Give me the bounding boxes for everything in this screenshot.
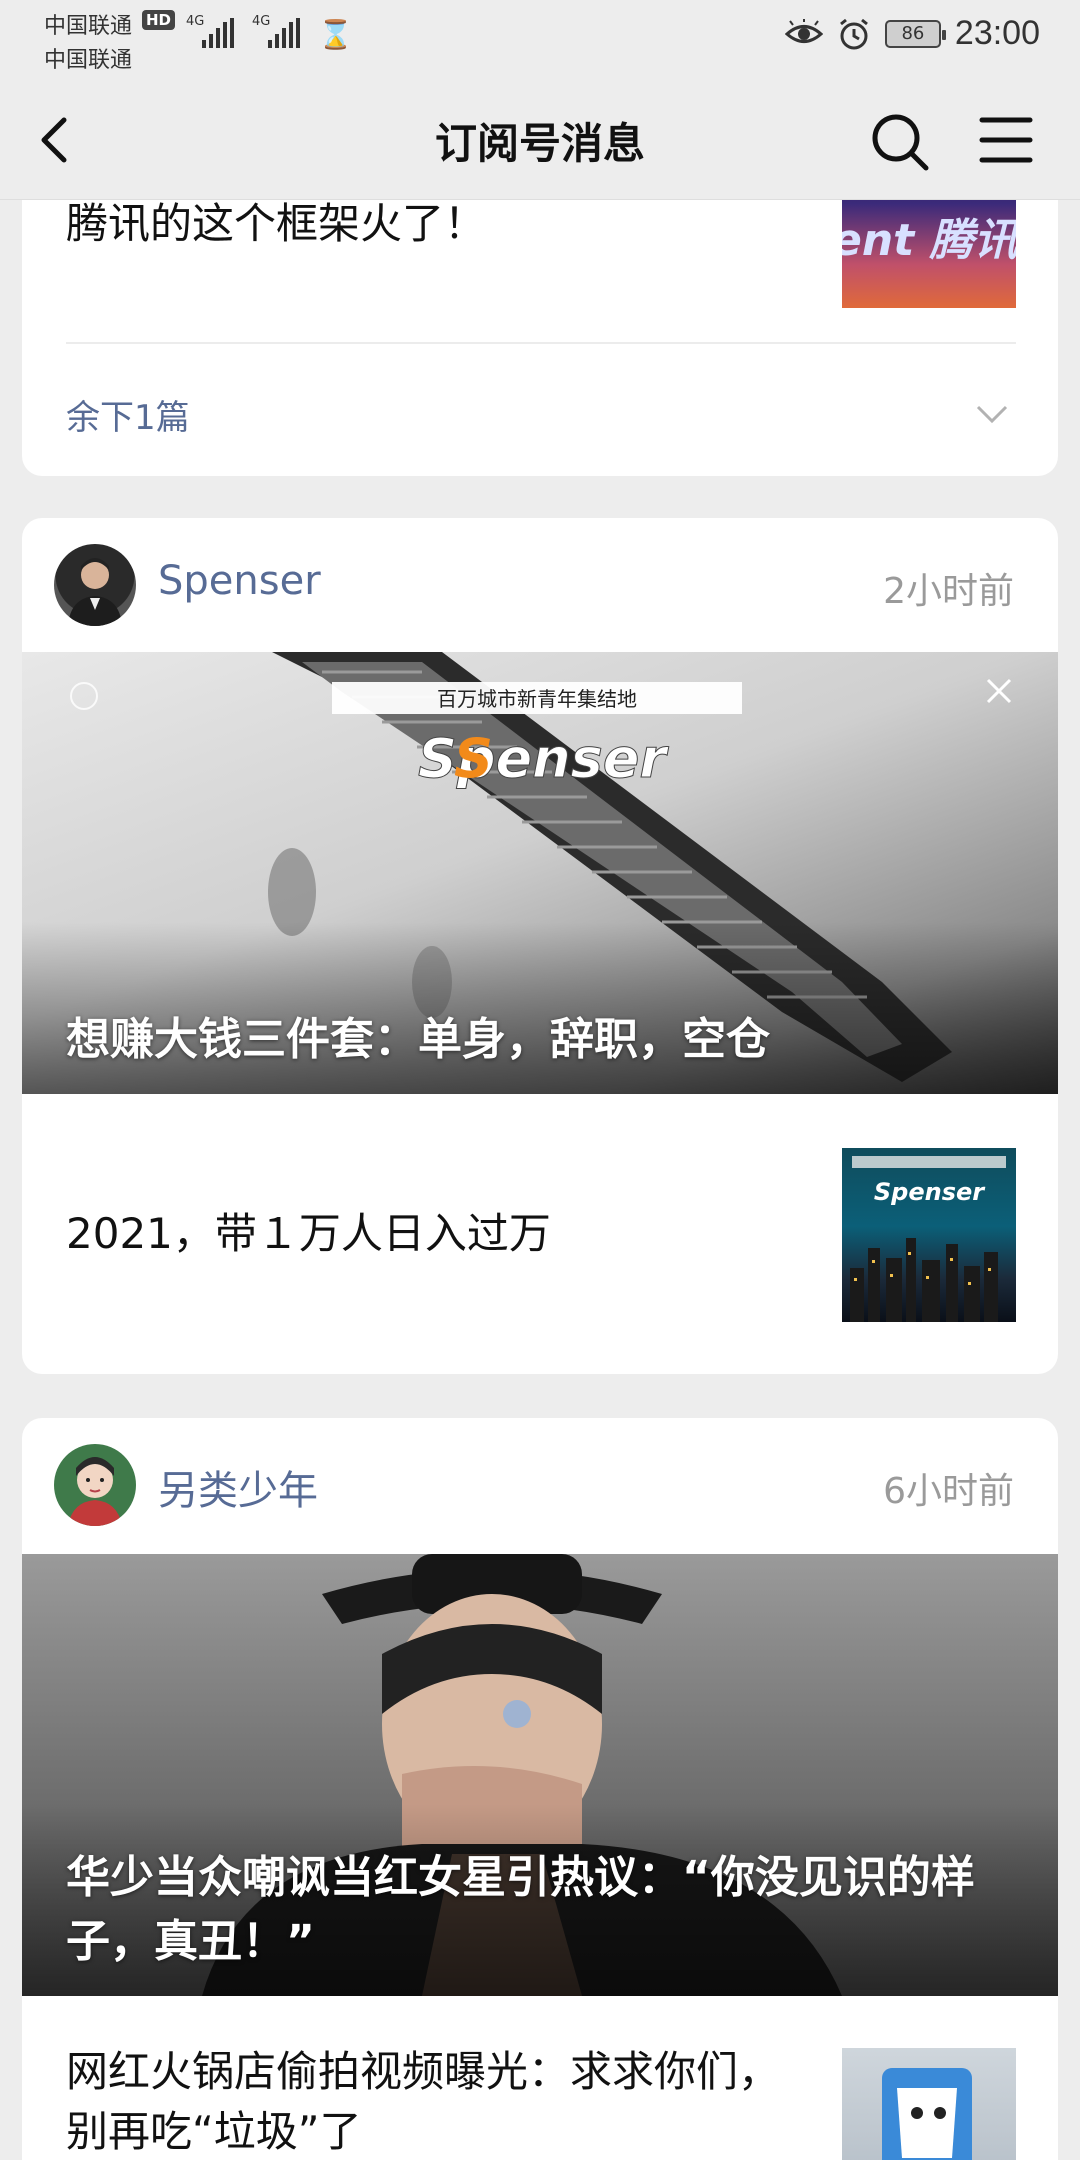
article-card[interactable]: 腾讯的这个框架火了！ ent 腾讯 余下1篇 <box>22 200 1058 476</box>
thumbnail-text: ent 腾讯 <box>842 215 1016 266</box>
cover-title[interactable]: 华少当众嘲讽当红女星引热议：“你没见识的样子，真丑！” <box>66 1846 1014 1974</box>
article-title[interactable]: 网红火锅店偷拍视频曝光：求求你们，别再吃“垃圾”了 <box>66 2042 798 2160</box>
network-type-1: 4G <box>186 14 205 29</box>
divider <box>66 342 1016 344</box>
cover-image[interactable]: 华少当众嘲讽当红女星引热议：“你没见识的样子，真丑！” <box>22 1554 1058 1996</box>
author-name[interactable]: Spenser <box>158 558 321 604</box>
publish-time: 2小时前 <box>883 571 1014 612</box>
battery-icon: 86 <box>884 19 946 48</box>
cover-title[interactable]: 想赚大钱三件套：单身，辞职，空仓 <box>66 1008 1014 1072</box>
avatar-image <box>68 1457 122 1526</box>
circle-icon <box>70 682 98 710</box>
search-button[interactable] <box>866 106 936 176</box>
mask-thumbnail <box>882 2068 972 2160</box>
network-type-2: 4G <box>252 14 271 29</box>
avatar-image <box>68 558 122 626</box>
alarm-icon <box>839 18 868 49</box>
status-bar: 中国联通 中国联通 HD 4G 4G ⌛ 86 23:00 <box>0 0 1080 80</box>
more-articles-link[interactable]: 余下1篇 <box>66 390 190 439</box>
avatar[interactable] <box>54 544 136 626</box>
publish-time: 6小时前 <box>883 1471 1014 1512</box>
navigation-bar: 订阅号消息 <box>0 80 1080 200</box>
article-thumbnail[interactable]: Spenser <box>842 1148 1016 1322</box>
chevron-down-icon[interactable] <box>974 396 1010 432</box>
author-row[interactable]: Spenser 2小时前 <box>22 518 1058 652</box>
eye-icon <box>784 18 823 43</box>
cover-logo-accent: S <box>454 727 493 790</box>
article-card: Spenser 2小时前 百万城市新青年集结地 Spenser S 想赚大钱三件… <box>22 518 1058 1374</box>
article-title[interactable]: 2021，带１万人日入过万 <box>66 1204 551 1264</box>
signal-icon: 4G <box>186 14 234 48</box>
avatar[interactable] <box>54 1444 136 1526</box>
carrier-1: 中国联通 <box>44 14 133 39</box>
menu-icon <box>979 117 1033 163</box>
close-icon[interactable] <box>982 674 1016 708</box>
thumbnail-logo: Spenser <box>874 1178 986 1206</box>
author-row[interactable]: 另类少年 6小时前 <box>22 1418 1058 1552</box>
hourglass-icon: ⌛ <box>318 18 353 51</box>
signal-icon: 4G <box>252 14 300 48</box>
carrier-2: 中国联通 <box>44 48 133 73</box>
search-icon <box>872 114 929 171</box>
battery-level: 86 <box>901 23 925 44</box>
article-thumbnail[interactable]: ent 腾讯 <box>842 200 1016 308</box>
cover-banner-text: 百万城市新青年集结地 <box>437 687 637 711</box>
clock: 23:00 <box>954 14 1040 52</box>
hd-badge: HD <box>142 10 176 30</box>
author-name[interactable]: 另类少年 <box>158 1458 318 1516</box>
menu-button[interactable] <box>976 110 1036 170</box>
article-title[interactable]: 腾讯的这个框架火了！ <box>66 200 486 254</box>
article-card: 另类少年 6小时前 华少当众嘲讽当红女星引热议：“你没见识的样子，真丑！” 网红… <box>22 1418 1058 2160</box>
cover-image[interactable]: 百万城市新青年集结地 Spenser S 想赚大钱三件套：单身，辞职，空仓 <box>22 652 1058 1094</box>
article-thumbnail[interactable] <box>842 2048 1016 2160</box>
city-thumbnail: Spenser <box>850 1156 1006 1322</box>
